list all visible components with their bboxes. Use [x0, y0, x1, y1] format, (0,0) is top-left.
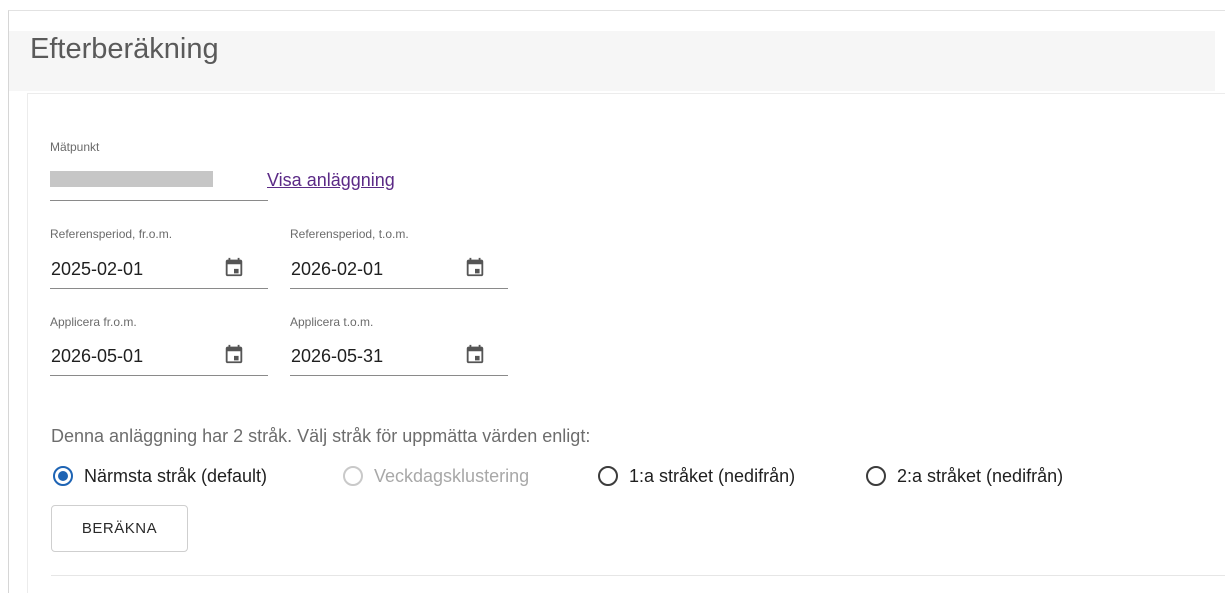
measurement-point-label: Mätpunkt: [50, 140, 100, 154]
apply-to-underline: [290, 375, 508, 376]
radio-weekday-clustering[interactable]: Veckdagsklustering: [343, 464, 529, 488]
measurement-point-field[interactable]: [50, 200, 268, 201]
radio-nearest-lane[interactable]: Närmsta stråk (default): [53, 464, 267, 488]
radio-first-lane[interactable]: 1:a stråket (nedifrån): [598, 464, 795, 488]
radio-label: Veckdagsklustering: [374, 465, 530, 486]
reference-from-underline: [50, 288, 268, 289]
apply-to-label: Applicera t.o.m.: [290, 315, 374, 329]
page-title: Efterberäkning: [30, 33, 219, 65]
reference-to-underline: [290, 288, 508, 289]
measurement-point-value-redacted: [50, 171, 213, 187]
apply-from-underline: [50, 375, 268, 376]
calculate-button[interactable]: BERÄKNA: [51, 505, 188, 552]
form-card: [27, 93, 1225, 593]
radio-label: 1:a stråket (nedifrån): [629, 465, 796, 486]
reference-from-input[interactable]: 2025-02-01: [51, 258, 143, 280]
apply-from-label: Applicera fr.o.m.: [50, 315, 137, 329]
radio-label: 2:a stråket (nedifrån): [897, 465, 1064, 486]
reference-to-label: Referensperiod, t.o.m.: [290, 227, 409, 241]
show-facility-link[interactable]: Visa anläggning: [267, 170, 395, 191]
calendar-icon[interactable]: [223, 343, 245, 365]
apply-from-input[interactable]: 2026-05-01: [51, 345, 143, 367]
lane-info-text: Denna anläggning har 2 stråk. Välj stråk…: [51, 426, 591, 446]
reference-from-label: Referensperiod, fr.o.m.: [50, 227, 173, 241]
radio-unchecked-icon[interactable]: [866, 466, 886, 486]
apply-to-input[interactable]: 2026-05-31: [291, 345, 383, 367]
calendar-icon[interactable]: [464, 343, 486, 365]
calendar-icon[interactable]: [464, 256, 486, 278]
radio-unchecked-icon[interactable]: [598, 466, 618, 486]
radio-label: Närmsta stråk (default): [84, 465, 268, 486]
radio-disabled-icon[interactable]: [343, 466, 363, 486]
calendar-icon[interactable]: [223, 256, 245, 278]
radio-second-lane[interactable]: 2:a stråket (nedifrån): [866, 464, 1063, 488]
reference-to-input[interactable]: 2026-02-01: [291, 258, 383, 280]
divider: [51, 575, 1225, 576]
radio-checked-icon[interactable]: [53, 466, 73, 486]
